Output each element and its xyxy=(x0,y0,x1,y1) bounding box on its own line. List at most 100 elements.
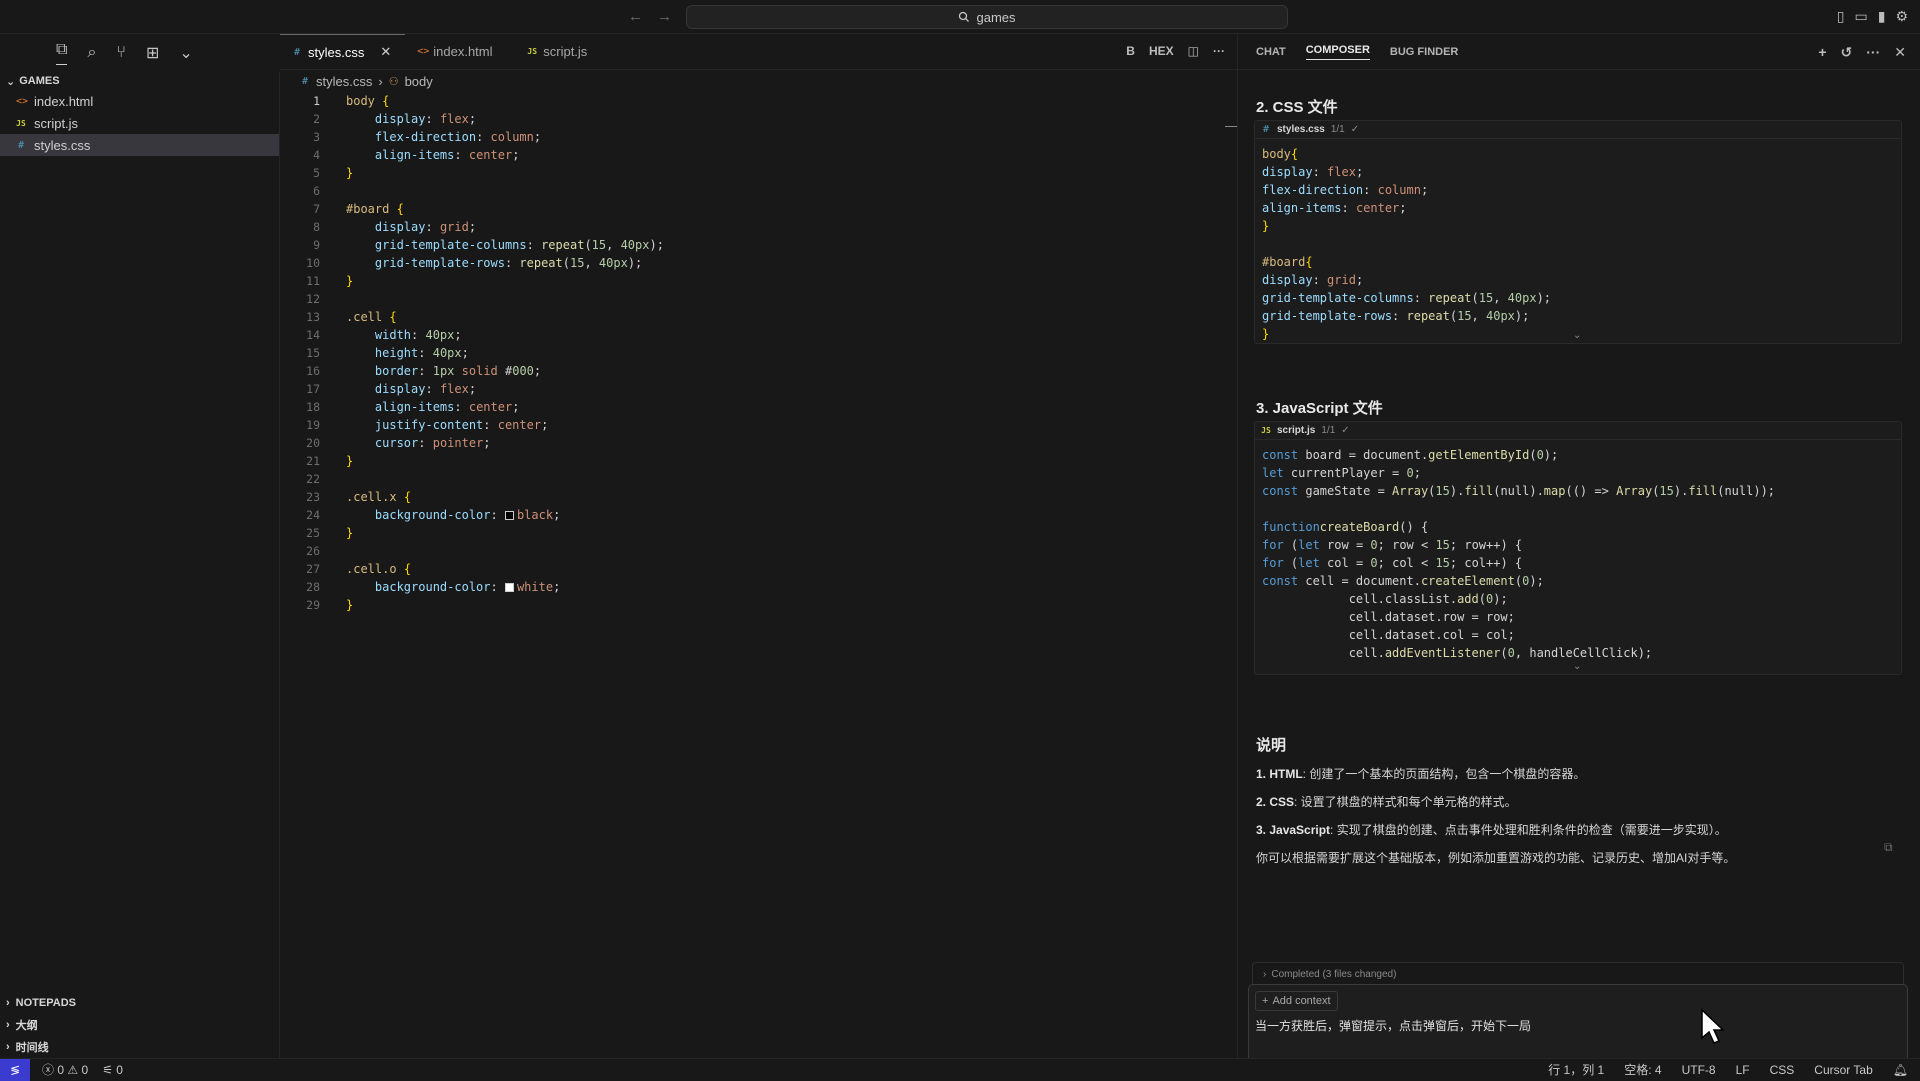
code-text: flex-direction: column; xyxy=(374,130,542,144)
folder-header[interactable]: ⌄ GAMES xyxy=(0,72,279,90)
explanation-item: 3. JavaScript: 实现了棋盘的创建、点击事件处理和胜利条件的检查（需… xyxy=(1256,821,1896,839)
add-context-button[interactable]: + Add context xyxy=(1255,991,1338,1011)
completed-bar[interactable]: › Completed (3 files changed) xyxy=(1252,962,1904,986)
code-block-header[interactable]: JS script.js 1/1 ✓ xyxy=(1255,422,1901,440)
code-line[interactable]: 10 grid-template-rows: repeat(15, 40px); xyxy=(280,254,1237,272)
history-icon[interactable]: ↺ xyxy=(1841,44,1853,61)
command-center-search[interactable]: games xyxy=(686,5,1288,29)
line-number: 10 xyxy=(306,256,320,270)
file-item-index-html[interactable]: <> index.html xyxy=(0,90,279,112)
code-line[interactable]: 1 body { xyxy=(280,92,1237,110)
tab-composer[interactable]: COMPOSER xyxy=(1305,44,1370,60)
code-line[interactable]: 13 .cell { xyxy=(280,308,1237,326)
explorer-icon[interactable]: ⧉ xyxy=(56,41,68,65)
forward-arrow-icon[interactable]: → xyxy=(657,8,672,25)
copy-icon[interactable]: ⧉ xyxy=(1884,840,1893,855)
code-line[interactable]: 16 border: 1px solid #000; xyxy=(280,362,1237,380)
cursor-tab[interactable]: Cursor Tab xyxy=(1814,1063,1872,1077)
code-line[interactable]: 5} xyxy=(280,164,1237,182)
code-line[interactable]: 20 cursor: pointer; xyxy=(280,434,1237,452)
more-actions-icon[interactable]: ··· xyxy=(1213,44,1225,58)
code-line[interactable]: 21} xyxy=(280,452,1237,470)
code-line[interactable]: 6 xyxy=(280,182,1237,200)
code-line[interactable]: 27 .cell.o { xyxy=(280,560,1237,578)
section-outline[interactable]: › 大纲 xyxy=(0,1014,280,1036)
check-icon: ✓ xyxy=(1350,124,1360,135)
bold-button[interactable]: B xyxy=(1126,44,1135,58)
close-icon[interactable]: ✕ xyxy=(380,44,391,60)
code-line[interactable]: 12 xyxy=(280,290,1237,308)
tab-chat[interactable]: CHAT xyxy=(1256,46,1286,58)
line-number: 25 xyxy=(306,526,320,540)
new-composer-icon[interactable]: + xyxy=(1818,44,1826,61)
toggle-sidebar-icon[interactable]: ▯ xyxy=(1837,8,1845,25)
prompt-text[interactable]: 当一方获胜后，弹窗提示，点击弹窗后，开始下一局 xyxy=(1255,1017,1531,1034)
section-timeline[interactable]: › 时间线 xyxy=(0,1036,280,1058)
code-text: display: flex; xyxy=(374,112,477,126)
split-editor-icon[interactable]: ◫ xyxy=(1188,44,1199,58)
code-line[interactable]: 28 background-color: white; xyxy=(280,578,1237,596)
search-icon[interactable]: ⌕ xyxy=(87,44,96,62)
back-arrow-icon[interactable]: ← xyxy=(628,8,643,25)
expand-chevron-icon[interactable]: ⌄ xyxy=(1573,330,1581,341)
chevron-down-icon[interactable]: ⌄ xyxy=(179,43,192,63)
settings-gear-icon[interactable]: ⚙ xyxy=(1895,8,1908,25)
breadcrumb-symbol[interactable]: body xyxy=(405,74,433,89)
line-ending[interactable]: LF xyxy=(1736,1063,1750,1077)
code-line[interactable]: 7 #board { xyxy=(280,200,1237,218)
ports-icon: ⚟ xyxy=(102,1062,113,1077)
code-line[interactable]: 3 flex-direction: column; xyxy=(280,128,1237,146)
code-line[interactable]: 2 display: flex; xyxy=(280,110,1237,128)
breadcrumb-file[interactable]: styles.css xyxy=(316,74,372,89)
remote-indicator[interactable]: ≶ xyxy=(0,1058,30,1081)
cursor-position[interactable]: 行 1，列 1 xyxy=(1548,1061,1604,1078)
code-line[interactable]: 17 display: flex; xyxy=(280,380,1237,398)
code-text: justify-content: center; xyxy=(374,418,549,432)
code-line[interactable]: 22 xyxy=(280,470,1237,488)
bell-icon[interactable]: 🔔︎ xyxy=(1893,1063,1908,1077)
code-line[interactable]: 29} xyxy=(280,596,1237,614)
code-block-header[interactable]: # styles.css 1/1 ✓ xyxy=(1255,121,1901,139)
code-line[interactable]: 23 .cell.x { xyxy=(280,488,1237,506)
indentation[interactable]: 空格: 4 xyxy=(1624,1061,1661,1078)
chevron-right-icon: › xyxy=(378,73,383,89)
code-line[interactable]: 25} xyxy=(280,524,1237,542)
minimap-indicator xyxy=(1225,126,1237,127)
encoding[interactable]: UTF-8 xyxy=(1682,1063,1716,1077)
code-line[interactable]: 9 grid-template-columns: repeat(15, 40px… xyxy=(280,236,1237,254)
code-line[interactable]: 19 justify-content: center; xyxy=(280,416,1237,434)
code-line[interactable]: 24 background-color: black; xyxy=(280,506,1237,524)
tab-bug-finder[interactable]: BUG FINDER xyxy=(1390,46,1458,58)
code-line[interactable]: 11} xyxy=(280,272,1237,290)
code-line[interactable]: 18 align-items: center; xyxy=(280,398,1237,416)
code-line[interactable]: 14 width: 40px; xyxy=(280,326,1237,344)
hex-button[interactable]: HEX xyxy=(1149,44,1174,58)
extensions-icon[interactable]: ⊞ xyxy=(146,43,159,63)
warning-count: 0 xyxy=(81,1063,89,1077)
ports-indicator[interactable]: ⚟ 0 xyxy=(102,1063,123,1077)
toggle-secondary-sidebar-icon[interactable]: ▮ xyxy=(1878,8,1886,25)
code-line[interactable]: 26 xyxy=(280,542,1237,560)
code-line[interactable]: 8 display: grid; xyxy=(280,218,1237,236)
problems-indicator[interactable]: ⓧ 0 ⚠ 0 xyxy=(42,1061,88,1078)
more-icon[interactable]: ··· xyxy=(1866,44,1880,61)
toggle-panel-icon[interactable]: ▭ xyxy=(1854,8,1867,25)
tab-script-js[interactable]: JS script.js xyxy=(515,34,625,69)
language-mode[interactable]: CSS xyxy=(1770,1063,1795,1077)
close-icon[interactable]: ✕ xyxy=(1894,44,1906,61)
file-item-styles-css[interactable]: # styles.css xyxy=(0,134,279,156)
activity-bar: ⧉ ⌕ ⑂ ⊞ ⌄ xyxy=(0,34,280,72)
section-notepads[interactable]: › NOTEPADS xyxy=(0,992,280,1014)
code-editor[interactable]: 1 body {2 display: flex; 3 flex-direction:… xyxy=(280,92,1237,614)
code-line[interactable]: 4 align-items: center; xyxy=(280,146,1237,164)
source-control-icon[interactable]: ⑂ xyxy=(116,44,126,62)
code-block-line: body { xyxy=(1262,147,1299,161)
code-line[interactable]: 15 height: 40px; xyxy=(280,344,1237,362)
tab-styles-css[interactable]: # styles.css ✕ xyxy=(280,34,406,69)
code-block-body: const board = document. getElementById(0)… xyxy=(1255,440,1901,662)
symbol-icon: ⚇ xyxy=(388,75,399,88)
panel-actions: + ↺ ··· ✕ xyxy=(1818,44,1906,61)
file-item-script-js[interactable]: JS script.js xyxy=(0,112,279,134)
tab-index-html[interactable]: <> index.html xyxy=(405,34,515,69)
expand-chevron-icon[interactable]: ⌄ xyxy=(1573,661,1581,672)
